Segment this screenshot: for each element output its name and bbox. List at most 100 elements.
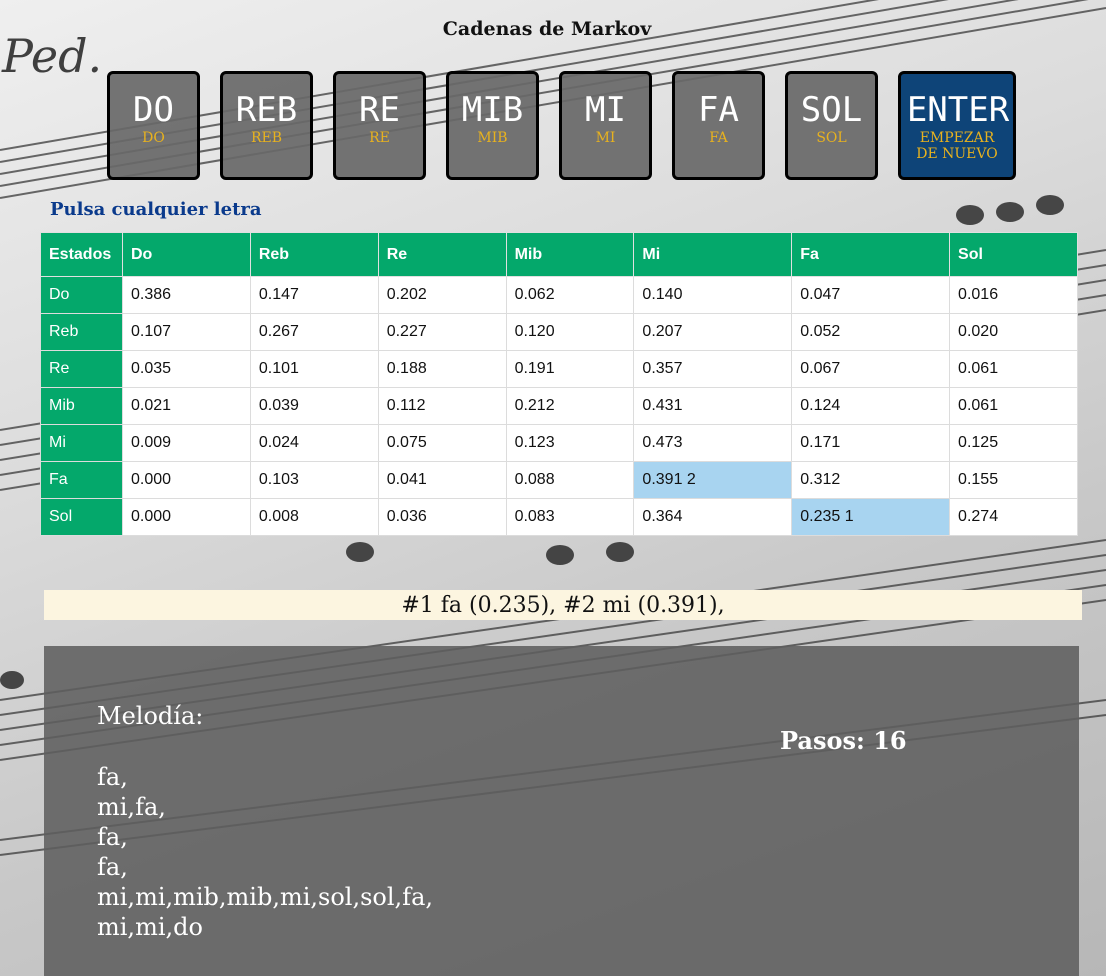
- table-cell: 0.083: [505, 498, 635, 536]
- table-cell: 0.123: [505, 424, 635, 462]
- row-state: Re: [40, 350, 123, 388]
- key-mi-sub: MI: [595, 130, 616, 146]
- table-row: Mi 0.009 0.024 0.075 0.123 0.473 0.171 0…: [40, 424, 1078, 462]
- table-cell: 0.075: [377, 424, 507, 462]
- table-cell: 0.009: [121, 424, 251, 462]
- transition-matrix-table: Estados Do Reb Re Mib Mi Fa Sol Do 0.386…: [40, 232, 1078, 536]
- table-header-row: Estados Do Reb Re Mib Mi Fa Sol: [40, 232, 1078, 277]
- key-reb-sub: REB: [250, 130, 283, 146]
- key-fa[interactable]: FA FA: [672, 71, 765, 180]
- table-cell: 0.125: [949, 424, 1078, 462]
- key-mib[interactable]: MIB MIB: [446, 71, 539, 180]
- table-cell: 0.207: [633, 313, 793, 351]
- steps-counter: Pasos: 16: [780, 726, 907, 755]
- row-state: Mi: [40, 424, 123, 462]
- key-sol[interactable]: SOL SOL: [785, 71, 878, 180]
- melody-line: mi,mi,do: [97, 913, 203, 941]
- table-cell: 0.155: [949, 461, 1078, 499]
- key-enter-sub-line1: EMPEZAR: [919, 130, 995, 146]
- table-cell: 0.061: [949, 350, 1078, 388]
- key-do-sub: DO: [142, 130, 165, 146]
- melody-line: fa,: [97, 853, 128, 881]
- table-cell: 0.041: [377, 461, 507, 499]
- table-cell: 0.103: [249, 461, 379, 499]
- key-mib-label: MIB: [461, 90, 524, 130]
- key-enter[interactable]: ENTER EMPEZAR DE NUEVO: [898, 71, 1016, 180]
- table-cell: 0.312: [791, 461, 951, 499]
- table-cell: 0.212: [505, 387, 635, 425]
- column-header: Estados: [40, 232, 123, 277]
- note-keys: DO DO REB REB RE RE MIB MIB MI MI FA FA …: [107, 71, 1016, 180]
- table-row: Reb 0.107 0.267 0.227 0.120 0.207 0.052 …: [40, 313, 1078, 351]
- table-cell-highlighted: 0.235 1: [791, 498, 951, 536]
- table-cell: 0.062: [505, 276, 635, 314]
- key-re-label: RE: [359, 90, 400, 130]
- table-row: Mib 0.021 0.039 0.112 0.212 0.431 0.124 …: [40, 387, 1078, 425]
- table-cell: 0.274: [949, 498, 1078, 536]
- key-mi[interactable]: MI MI: [559, 71, 652, 180]
- table-cell: 0.000: [121, 498, 251, 536]
- melody-line: fa,: [97, 763, 128, 791]
- key-mib-sub: MIB: [477, 130, 508, 146]
- table-cell: 0.052: [791, 313, 951, 351]
- next-note-ranking: #1 fa (0.235), #2 mi (0.391),: [44, 590, 1082, 620]
- key-enter-label: ENTER: [906, 90, 1010, 130]
- key-reb-label: REB: [235, 90, 298, 130]
- table-cell: 0.008: [249, 498, 379, 536]
- table-cell: 0.024: [249, 424, 379, 462]
- table-cell: 0.101: [249, 350, 379, 388]
- table-cell: 0.357: [633, 350, 793, 388]
- table-cell: 0.039: [249, 387, 379, 425]
- key-do[interactable]: DO DO: [107, 71, 200, 180]
- table-cell: 0.088: [505, 461, 635, 499]
- key-re[interactable]: RE RE: [333, 71, 426, 180]
- table-cell: 0.267: [249, 313, 379, 351]
- key-re-sub: RE: [369, 130, 390, 146]
- table-cell: 0.067: [791, 350, 951, 388]
- melody-line: mi,fa,: [97, 793, 166, 821]
- table-row: Sol 0.000 0.008 0.036 0.083 0.364 0.235 …: [40, 498, 1078, 536]
- column-header: Fa: [791, 232, 951, 277]
- table-cell: 0.140: [633, 276, 793, 314]
- row-state: Do: [40, 276, 123, 314]
- key-mi-label: MI: [585, 90, 626, 130]
- table-cell: 0.061: [949, 387, 1078, 425]
- column-header: Sol: [949, 232, 1078, 277]
- melody-line: fa,: [97, 823, 128, 851]
- row-state: Reb: [40, 313, 123, 351]
- table-cell: 0.036: [377, 498, 507, 536]
- table-cell: 0.107: [121, 313, 251, 351]
- key-sol-sub: SOL: [816, 130, 847, 146]
- row-state: Mib: [40, 387, 123, 425]
- row-state: Sol: [40, 498, 123, 536]
- table-cell: 0.120: [505, 313, 635, 351]
- melody-panel: Melodía: Pasos: 16 fa, mi,fa, fa, fa, mi…: [44, 646, 1079, 976]
- table-row: Re 0.035 0.101 0.188 0.191 0.357 0.067 0…: [40, 350, 1078, 388]
- table-row: Do 0.386 0.147 0.202 0.062 0.140 0.047 0…: [40, 276, 1078, 314]
- row-state: Fa: [40, 461, 123, 499]
- table-cell: 0.016: [949, 276, 1078, 314]
- table-cell: 0.202: [377, 276, 507, 314]
- table-cell: 0.020: [949, 313, 1078, 351]
- table-cell: 0.147: [249, 276, 379, 314]
- table-cell: 0.191: [505, 350, 635, 388]
- table-cell: 0.171: [791, 424, 951, 462]
- key-fa-label: FA: [698, 90, 739, 130]
- melody-label: Melodía:: [97, 702, 204, 730]
- column-header: Mib: [505, 232, 635, 277]
- table-cell: 0.021: [121, 387, 251, 425]
- key-enter-sub-line2: DE NUEVO: [916, 146, 998, 162]
- key-fa-sub: FA: [709, 130, 728, 146]
- table-cell: 0.364: [633, 498, 793, 536]
- table-cell: 0.386: [121, 276, 251, 314]
- melody-line: mi,mi,mib,mib,mi,sol,sol,fa,: [97, 883, 433, 911]
- column-header: Reb: [249, 232, 379, 277]
- table-cell: 0.188: [377, 350, 507, 388]
- table-cell-highlighted: 0.391 2: [633, 461, 793, 499]
- table-row: Fa 0.000 0.103 0.041 0.088 0.391 2 0.312…: [40, 461, 1078, 499]
- table-cell: 0.112: [377, 387, 507, 425]
- key-do-label: DO: [133, 90, 174, 130]
- page-title: Cadenas de Markov: [442, 18, 652, 40]
- key-reb[interactable]: REB REB: [220, 71, 313, 180]
- melody-text: fa, mi,fa, fa, fa, mi,mi,mib,mib,mi,sol,…: [97, 762, 433, 942]
